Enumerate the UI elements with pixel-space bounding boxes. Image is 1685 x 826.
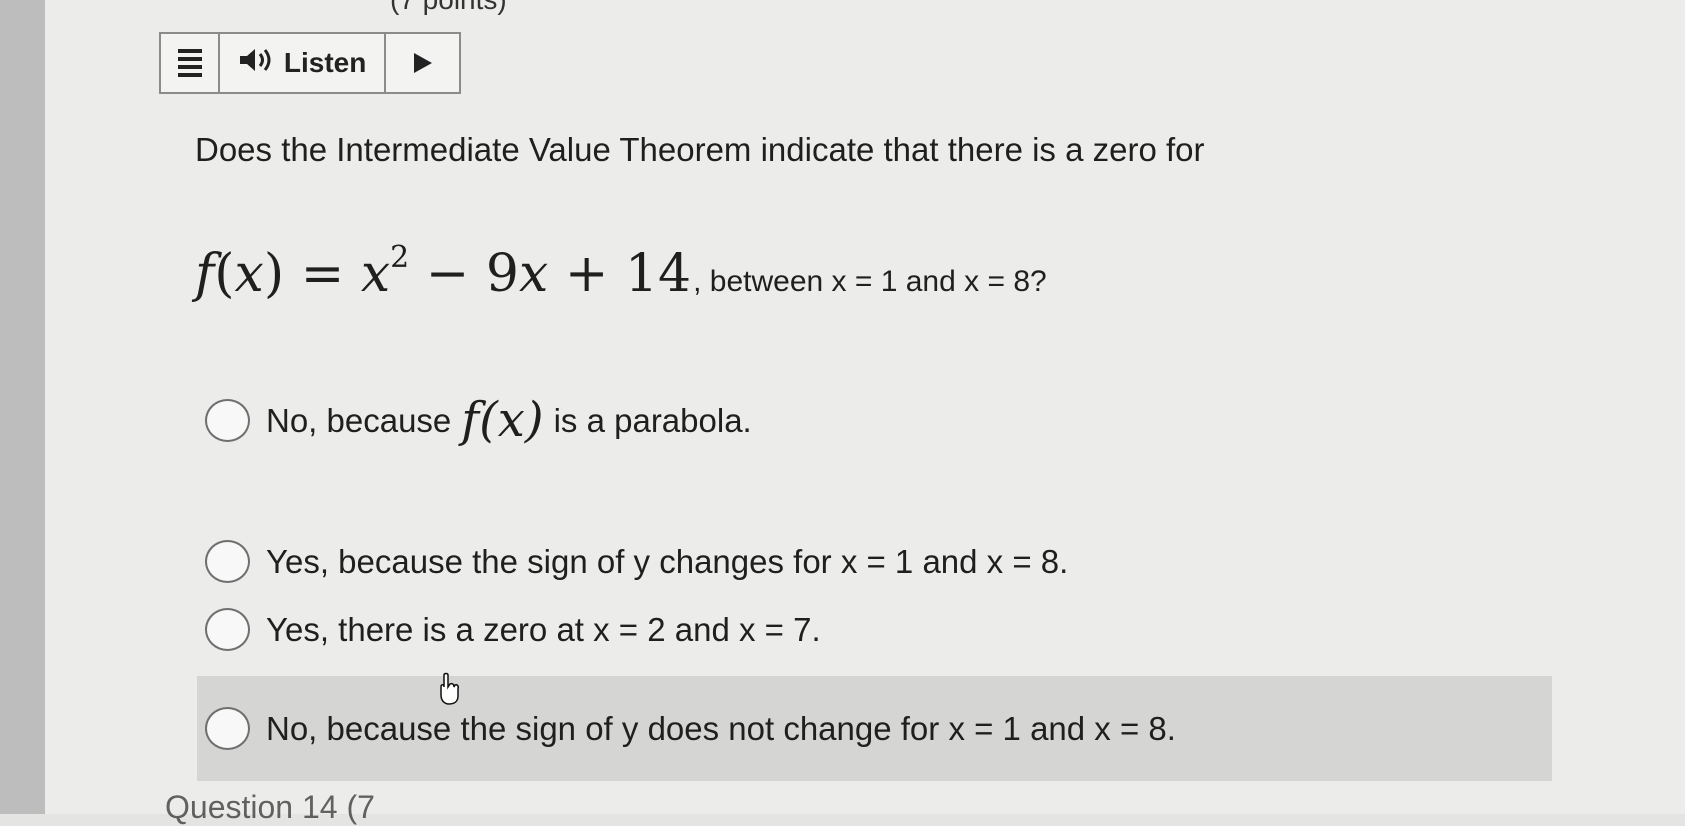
function-statement: f(x) = x2 − 9x + 14 , between x = 1 and … — [195, 240, 1395, 304]
cutoff-heading: (7 points) — [390, 0, 507, 16]
answer-option-a[interactable]: No, because f(x) is a parabola. — [205, 392, 752, 450]
menu-button[interactable] — [161, 34, 221, 92]
left-panel-edge — [0, 0, 45, 814]
answer-option-a-text: No, because f(x) is a parabola. — [266, 392, 752, 448]
play-button[interactable] — [386, 34, 459, 92]
listen-toolbar: Listen — [159, 32, 461, 94]
function-expression: f(x) = x2 − 9x + 14 — [195, 240, 692, 304]
interval-text: , between x = 1 and x = 8? — [693, 265, 1047, 298]
answer-option-b[interactable]: Yes, because the sign of y changes for x… — [205, 540, 1068, 583]
next-question-heading-cutoff: Question 14 (7 — [165, 789, 375, 825]
hand-pointer-icon — [440, 672, 459, 705]
speaker-icon — [238, 46, 274, 81]
answer-option-d-text: No, because the sign of y does not chang… — [266, 709, 1176, 747]
radio-button-a[interactable] — [205, 399, 250, 443]
answer-option-d[interactable]: No, because the sign of y does not chang… — [197, 676, 1552, 781]
radio-button-c[interactable] — [205, 608, 250, 651]
radio-button-b[interactable] — [205, 540, 250, 583]
question-prompt: Does the Intermediate Value Theorem indi… — [195, 131, 1205, 168]
listen-label: Listen — [283, 47, 367, 78]
radio-button-d[interactable] — [205, 707, 250, 750]
play-icon — [414, 53, 433, 73]
question-page: (7 points) Listen Does the Intermediate … — [45, 0, 1685, 825]
menu-icon — [177, 49, 202, 77]
answer-option-c[interactable]: Yes, there is a zero at x = 2 and x = 7. — [205, 608, 821, 651]
listen-button[interactable]: Listen — [220, 34, 386, 92]
answer-option-c-text: Yes, there is a zero at x = 2 and x = 7. — [266, 610, 821, 648]
answer-option-b-text: Yes, because the sign of y changes for x… — [266, 542, 1069, 580]
